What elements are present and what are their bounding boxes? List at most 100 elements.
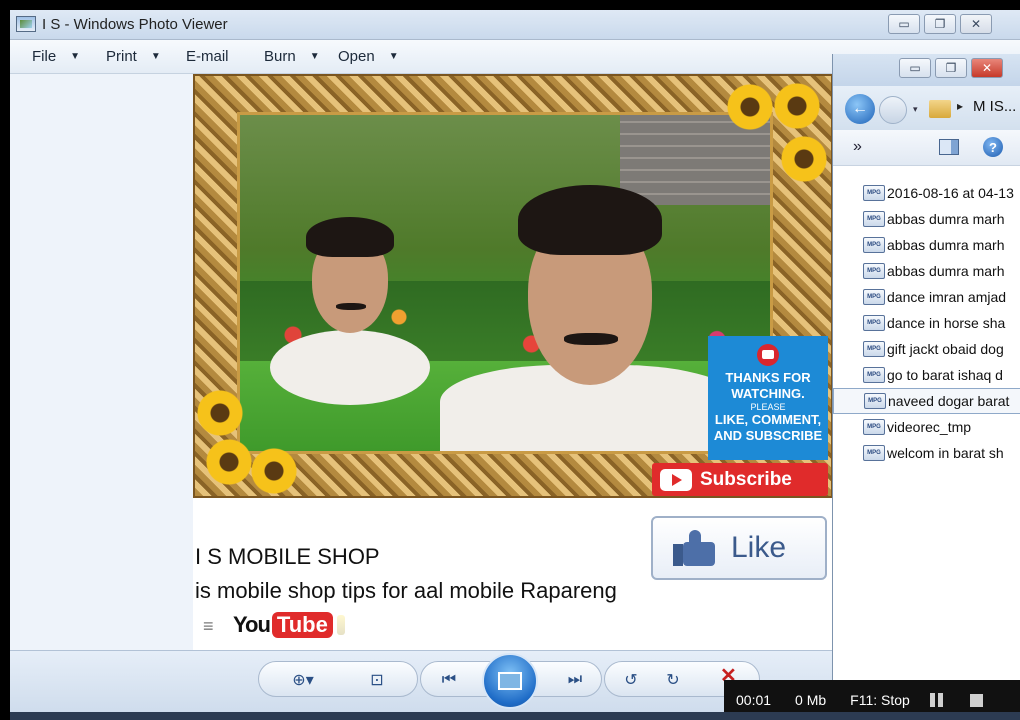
file-name: 2016-08-16 at 04-13	[887, 185, 1014, 201]
breadcrumb-separator-icon[interactable]: ▸	[957, 99, 963, 113]
menu-email[interactable]: E-mail	[186, 48, 229, 65]
file-list: MPG 2016-08-16 at 04-13 MPG abbas dumra ma…	[833, 180, 1020, 466]
rotate-ccw-icon: ↺	[624, 672, 638, 689]
forward-button[interactable]	[879, 96, 907, 124]
previous-button[interactable]: ⏮	[435, 668, 463, 692]
photo-caption-title: I S MOBILE SHOP	[195, 544, 380, 569]
sunflower-decoration	[779, 134, 829, 184]
help-icon[interactable]: ?	[983, 137, 1003, 157]
stop-icon[interactable]	[969, 693, 983, 707]
person-large	[440, 165, 740, 451]
like-label: Like	[731, 531, 787, 564]
file-name: go to barat ishaq d	[887, 367, 1003, 383]
explorer-close-button[interactable]: ✕	[971, 58, 1003, 78]
next-icon: ⏭	[567, 671, 583, 688]
menu-file[interactable]: File ▼	[32, 48, 80, 65]
file-name: dance imran amjad	[887, 289, 1007, 305]
thanks-line-4: LIKE, COMMENT,	[714, 412, 822, 427]
photo-viewer-titlebar[interactable]: I S - Windows Photo Viewer ▭ ❐ ✕	[10, 10, 1020, 40]
subscribe-label: Subscribe	[700, 468, 792, 490]
next-button[interactable]: ⏭	[561, 668, 589, 692]
photo-caption-subtitle: is mobile shop tips for aal mobile Rapar…	[195, 578, 617, 603]
zoom-button[interactable]: ⊕▾	[289, 668, 317, 692]
minimize-button[interactable]: ▭	[888, 14, 920, 34]
video-file-icon: MPG	[863, 237, 885, 253]
video-file-icon: MPG	[863, 341, 885, 357]
recording-time: 00:01	[736, 692, 772, 708]
person-small	[260, 205, 440, 405]
menu-email-label: E-mail	[186, 48, 229, 65]
list-item[interactable]: MPG dance in horse sha	[833, 310, 1020, 336]
explorer-maximize-button[interactable]: ❐	[935, 58, 967, 78]
chevron-down-icon: ▼	[70, 51, 81, 62]
slideshow-button[interactable]	[482, 653, 538, 709]
menu-burn-label: Burn	[264, 48, 296, 65]
close-button[interactable]: ✕	[960, 14, 992, 34]
explorer-minimize-button[interactable]: ▭	[899, 58, 931, 78]
actual-size-button[interactable]: ⊡	[363, 668, 391, 692]
file-name: naveed dogar barat	[888, 393, 1010, 409]
explorer-titlebar[interactable]: ▭ ❐ ✕	[833, 54, 1020, 86]
explorer-address-bar: ← ▾ ▸ M IS...	[833, 86, 1020, 130]
zoom-group: ⊕▾ ⊡	[258, 661, 418, 697]
slideshow-icon	[498, 672, 522, 690]
video-file-icon: MPG	[863, 289, 885, 305]
subscribe-graphic: Subscribe	[652, 463, 828, 496]
maximize-button[interactable]: ❐	[924, 14, 956, 34]
video-file-icon: MPG	[863, 419, 885, 435]
explorer-window-controls: ▭ ❐ ✕	[899, 58, 1003, 78]
youtube-logo-you: You	[233, 612, 271, 637]
menu-open[interactable]: Open ▼	[338, 48, 399, 65]
youtube-icon	[757, 344, 779, 366]
file-name: gift jackt obaid dog	[887, 341, 1004, 357]
list-item[interactable]: MPG 2016-08-16 at 04-13	[833, 180, 1020, 206]
hamburger-icon: ≡	[203, 616, 214, 636]
file-name: abbas dumra marh	[887, 211, 1005, 227]
menu-burn[interactable]: Burn ▼	[264, 48, 320, 65]
sunflower-decoration	[249, 446, 299, 496]
candle-icon	[336, 615, 345, 635]
list-item[interactable]: MPG welcom in barat sh	[833, 440, 1020, 466]
recent-pages-dropdown[interactable]: ▾	[913, 104, 918, 115]
chevron-down-icon: ▼	[150, 51, 161, 62]
sunflower-decoration	[767, 76, 827, 136]
list-item[interactable]: MPG dance imran amjad	[833, 284, 1020, 310]
like-graphic: Like	[651, 516, 827, 580]
file-name: welcom in barat sh	[887, 445, 1004, 461]
sunflower-decoration	[195, 388, 245, 438]
thanks-line-5: AND SUBSCRIBE	[713, 428, 823, 443]
file-name: videorec_tmp	[887, 419, 972, 435]
file-name: abbas dumra marh	[887, 237, 1005, 253]
preview-pane-icon[interactable]	[939, 139, 959, 155]
minimize-icon: ▭	[898, 17, 910, 31]
file-name: dance in horse sha	[887, 315, 1006, 331]
list-item[interactable]: MPG abbas dumra marh	[833, 258, 1020, 284]
back-button[interactable]: ←	[845, 94, 875, 124]
window-controls: ▭ ❐ ✕	[888, 14, 992, 34]
list-item[interactable]: MPG abbas dumra marh	[833, 232, 1020, 258]
menu-print[interactable]: Print ▼	[106, 48, 161, 65]
restore-icon: ❐	[934, 17, 946, 31]
close-icon: ✕	[970, 17, 982, 31]
video-file-icon: MPG	[863, 211, 885, 227]
list-item-selected[interactable]: MPG naveed dogar barat	[833, 388, 1020, 414]
rotate-counterclockwise-button[interactable]: ↺	[617, 668, 645, 692]
menu-file-label: File	[32, 48, 57, 65]
rotate-clockwise-button[interactable]: ↻	[659, 668, 687, 692]
photo-viewer-app-icon	[16, 16, 36, 32]
list-item[interactable]: MPG videorec_tmp	[833, 414, 1020, 440]
pause-icon[interactable]	[929, 693, 944, 707]
explorer-window: ▭ ❐ ✕ ← ▾ ▸ M IS... » ? MPG 2016-08-16 at…	[832, 54, 1020, 720]
image-canvas[interactable]: THANKS FOR WATCHING. PLEASE LIKE, COMMEN…	[193, 74, 833, 650]
taskbar	[10, 712, 1020, 720]
list-item[interactable]: MPG abbas dumra marh	[833, 206, 1020, 232]
list-item[interactable]: MPG gift jackt obaid dog	[833, 336, 1020, 362]
menu-print-label: Print	[106, 48, 137, 65]
close-icon: ✕	[981, 61, 993, 75]
file-name: abbas dumra marh	[887, 263, 1005, 279]
more-commands-icon[interactable]: »	[853, 138, 862, 156]
video-file-icon: MPG	[863, 367, 885, 383]
chevron-down-icon: ▼	[388, 51, 399, 62]
list-item[interactable]: MPG go to barat ishaq d	[833, 362, 1020, 388]
address-path[interactable]: M IS...	[973, 98, 1016, 115]
